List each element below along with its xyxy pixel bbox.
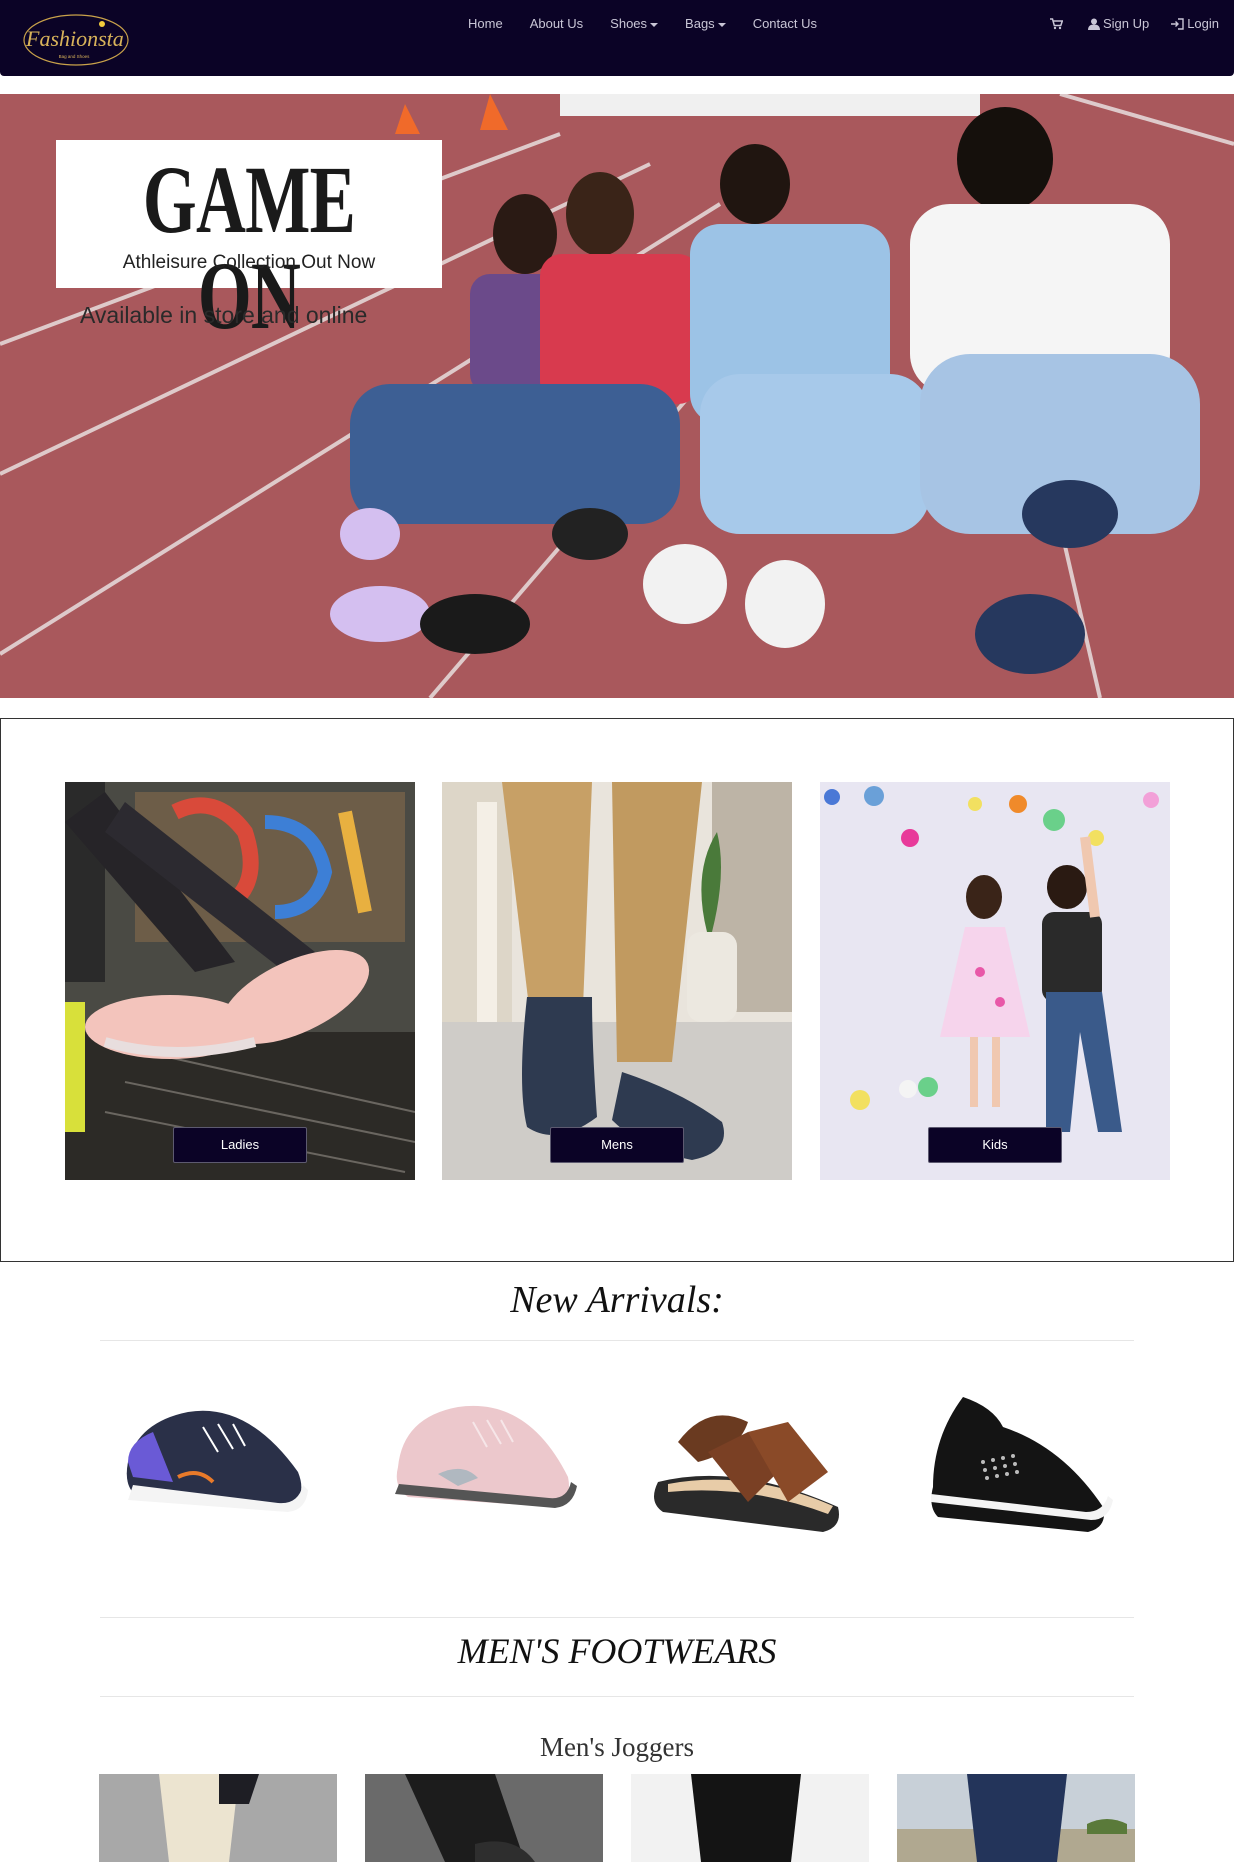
mens-category-image bbox=[442, 782, 792, 1180]
navbar: Fashionsta Bag and Shoes Home About Us S… bbox=[0, 0, 1234, 76]
cart-icon bbox=[1049, 18, 1063, 30]
jogger-product[interactable] bbox=[99, 1774, 337, 1862]
nav-about[interactable]: About Us bbox=[530, 16, 583, 32]
svg-text:Fashionsta: Fashionsta bbox=[25, 26, 124, 51]
product-image bbox=[654, 1415, 839, 1532]
signup-link[interactable]: Sign Up bbox=[1087, 16, 1150, 32]
divider bbox=[100, 1340, 1134, 1341]
jogger-product[interactable] bbox=[631, 1774, 869, 1862]
new-arrival-item[interactable] bbox=[118, 1382, 318, 1552]
mens-joggers-subtitle: Men's Joggers bbox=[539, 1732, 695, 1762]
product-image bbox=[395, 1405, 577, 1508]
mens-button[interactable]: Mens bbox=[550, 1127, 684, 1163]
ladies-button[interactable]: Ladies bbox=[173, 1127, 307, 1163]
nav-bags-label: Bags bbox=[685, 16, 715, 31]
ladies-category-image bbox=[65, 782, 415, 1180]
hero-title-box: GAME ON Athleisure Collection Out Now bbox=[56, 140, 442, 344]
product-image bbox=[897, 1774, 1135, 1862]
divider bbox=[100, 1696, 1134, 1697]
login-link[interactable]: Login bbox=[1171, 16, 1219, 32]
chevron-down-icon bbox=[650, 22, 659, 27]
product-image bbox=[99, 1774, 337, 1862]
nav-home[interactable]: Home bbox=[468, 16, 503, 32]
nav-shoes-label: Shoes bbox=[610, 16, 648, 31]
kids-button[interactable]: Kids bbox=[928, 1127, 1062, 1163]
jogger-product[interactable] bbox=[897, 1774, 1135, 1862]
kids-category-image bbox=[820, 782, 1170, 1180]
hero-availability: Available in store and online bbox=[80, 302, 368, 328]
login-label: Login bbox=[1187, 16, 1219, 31]
category-card-ladies[interactable]: Ladies bbox=[65, 782, 415, 1180]
main-nav: Home About Us Shoes Bags Contact Us bbox=[468, 16, 844, 32]
new-arrival-item[interactable] bbox=[383, 1382, 583, 1552]
nav-shoes-dropdown[interactable]: Shoes bbox=[610, 16, 659, 32]
divider bbox=[100, 1617, 1134, 1618]
new-arrivals-title: New Arrivals: bbox=[510, 1279, 724, 1321]
product-image bbox=[126, 1410, 308, 1512]
new-arrival-item[interactable] bbox=[913, 1382, 1113, 1552]
product-image bbox=[365, 1774, 603, 1862]
brand-logo[interactable]: Fashionsta Bag and Shoes bbox=[16, 10, 132, 68]
hero-subtitle: Athleisure Collection Out Now bbox=[122, 252, 376, 273]
hero-banner[interactable]: GAME ON Athleisure Collection Out Now Av… bbox=[0, 94, 1234, 698]
login-icon bbox=[1171, 18, 1184, 30]
account-nav: Sign Up Login bbox=[1028, 16, 1219, 32]
signup-label: Sign Up bbox=[1102, 16, 1150, 31]
category-card-mens[interactable]: Mens bbox=[442, 782, 792, 1180]
svg-text:Bag and Shoes: Bag and Shoes bbox=[59, 54, 91, 59]
mens-footwear-title: MEN'S FOOTWEARS bbox=[457, 1631, 777, 1671]
category-section: Ladies Mens Kids bbox=[0, 718, 1234, 1262]
chevron-down-icon bbox=[717, 22, 726, 27]
product-image bbox=[931, 1397, 1113, 1532]
product-image bbox=[631, 1774, 869, 1862]
jogger-product[interactable] bbox=[365, 1774, 603, 1862]
cart-link[interactable] bbox=[1049, 18, 1066, 30]
new-arrival-item[interactable] bbox=[648, 1382, 848, 1552]
category-card-kids[interactable]: Kids bbox=[820, 782, 1170, 1180]
nav-contact[interactable]: Contact Us bbox=[753, 16, 817, 32]
nav-bags-dropdown[interactable]: Bags bbox=[685, 16, 726, 32]
user-icon bbox=[1087, 18, 1100, 30]
